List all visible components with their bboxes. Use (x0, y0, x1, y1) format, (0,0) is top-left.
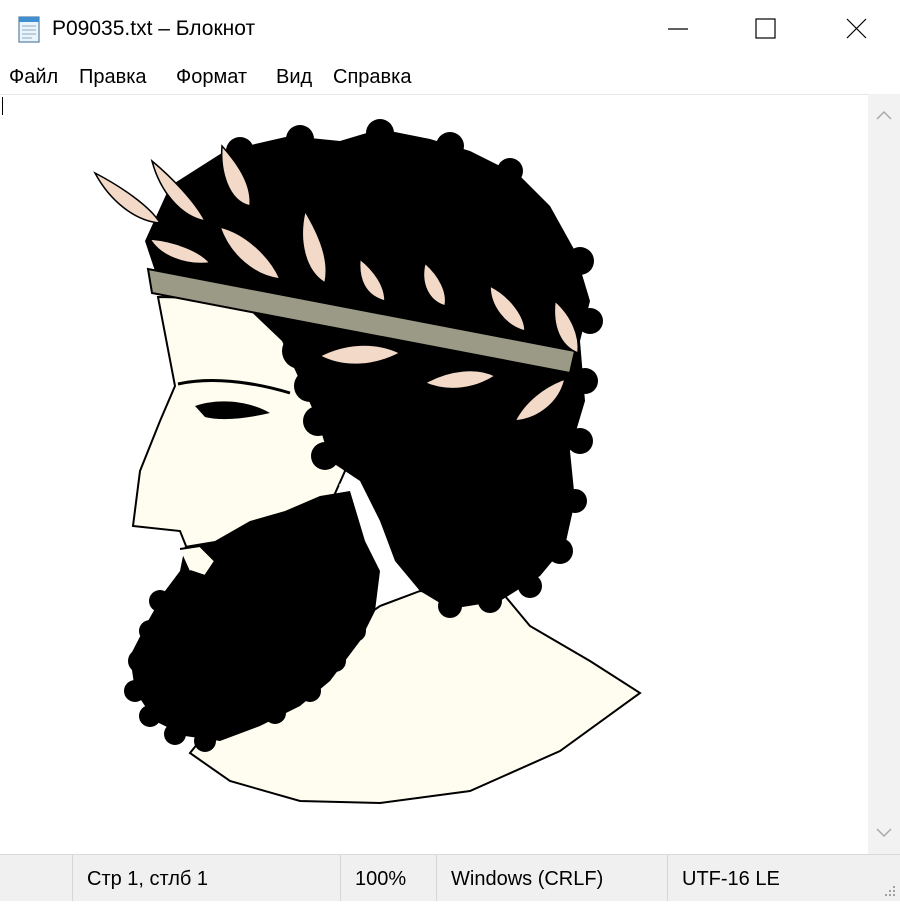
resize-grip-icon[interactable] (880, 881, 898, 899)
menu-format[interactable]: Формат (172, 65, 251, 89)
close-button[interactable] (808, 0, 900, 58)
maximize-icon (755, 18, 776, 39)
notepad-icon (14, 13, 46, 45)
bearded-laurel-head-illustration (93, 119, 642, 805)
menu-file[interactable]: Файл (5, 65, 62, 89)
chevron-down-icon (876, 828, 892, 838)
title-bar[interactable]: P09035.txt – Блокнот (0, 0, 900, 58)
minimize-button[interactable] (632, 0, 724, 58)
menu-edit[interactable]: Правка (75, 65, 151, 89)
status-encoding: UTF-16 LE (667, 855, 900, 901)
menu-bar: Файл Правка Формат Вид Справка (0, 58, 900, 94)
vertical-scrollbar[interactable] (868, 94, 900, 854)
minimize-icon (668, 28, 688, 30)
scroll-up-button[interactable] (868, 94, 900, 134)
status-spacer (0, 855, 72, 901)
status-bar: Стр 1, стлб 1 100% Windows (CRLF) UTF-16… (0, 854, 900, 901)
scroll-down-button[interactable] (868, 814, 900, 854)
chevron-up-icon (876, 110, 892, 120)
status-cursor-position: Стр 1, стлб 1 (72, 855, 340, 901)
maximize-button[interactable] (720, 0, 812, 58)
status-zoom: 100% (340, 855, 436, 901)
close-icon (846, 18, 867, 39)
menu-help[interactable]: Справка (329, 65, 415, 89)
menu-view[interactable]: Вид (272, 65, 316, 89)
status-line-endings: Windows (CRLF) (436, 855, 667, 901)
window-title: P09035.txt – Блокнот (52, 17, 256, 40)
text-editor[interactable] (0, 94, 868, 855)
